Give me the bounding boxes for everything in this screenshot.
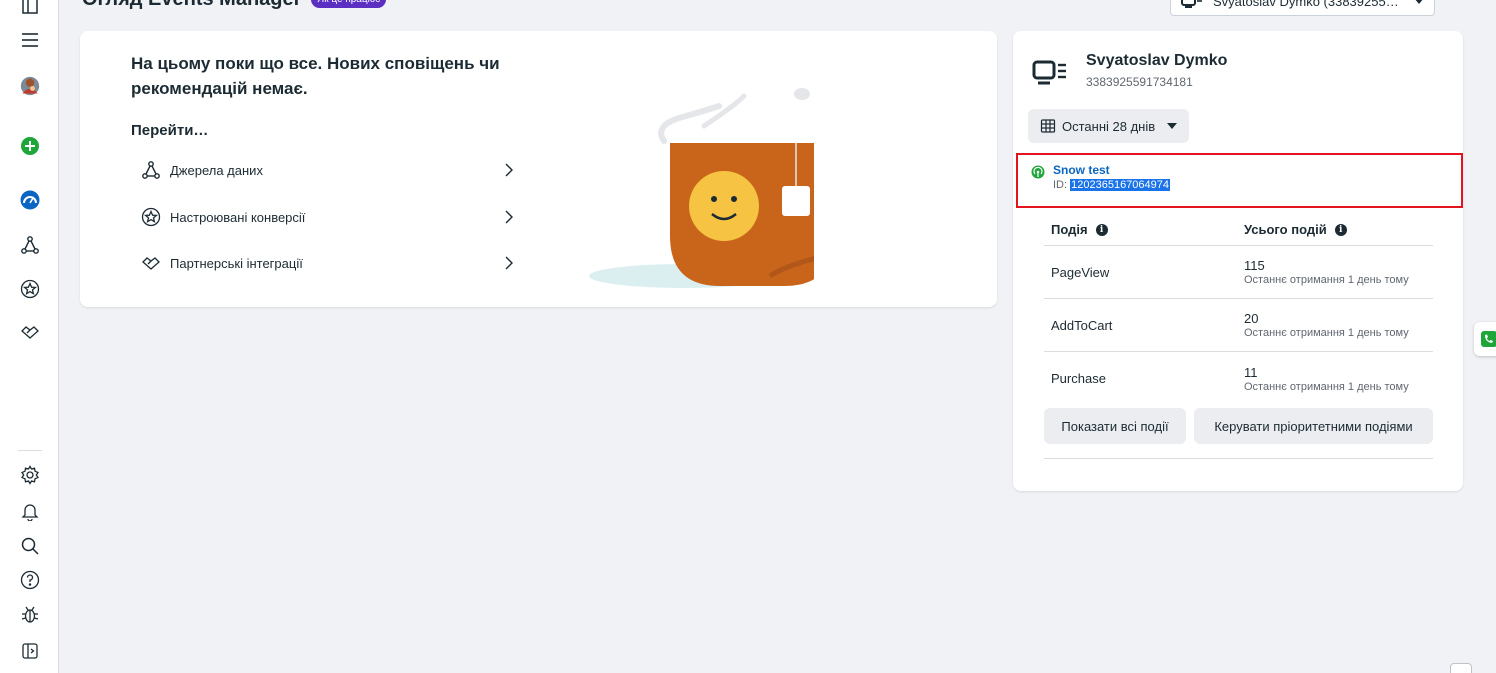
partner-integrations-icon[interactable]	[18, 320, 42, 344]
tea-mug-illustration	[589, 88, 814, 288]
dataset-id-prefix: ID:	[1053, 179, 1071, 191]
event-last-received: Останнє отримання 1 день тому	[1244, 327, 1409, 339]
dataset-name-link[interactable]: Snow test	[1053, 163, 1110, 177]
chevron-right-icon	[505, 163, 513, 177]
col-event-header: Подія	[1051, 222, 1088, 237]
menu-icon[interactable]	[18, 28, 42, 52]
custom-conversions-icon[interactable]	[18, 277, 42, 301]
divider	[1044, 458, 1433, 459]
rail-divider	[18, 450, 42, 451]
caret-down-icon	[1415, 0, 1423, 4]
caret-down-icon	[1167, 123, 1178, 129]
link-partner-integrations[interactable]: Партнерські інтеграції	[140, 248, 516, 278]
dataset-id: ID: 1202365167064974	[1053, 179, 1171, 191]
left-navigation-rail	[0, 0, 59, 673]
chevron-right-icon	[505, 256, 513, 270]
dataset-id-value[interactable]: 1202365167064974	[1070, 179, 1171, 191]
floating-support-tab[interactable]	[1474, 322, 1496, 356]
info-icon[interactable]: i	[1334, 223, 1347, 236]
partner-integrations-icon	[140, 252, 162, 274]
data-sources-icon	[140, 159, 162, 181]
link-custom-conversions[interactable]: Настроювані конверсії	[140, 202, 516, 232]
create-plus-icon[interactable]	[18, 134, 42, 158]
corner-help-button[interactable]	[1450, 663, 1472, 673]
info-icon[interactable]: i	[1095, 223, 1108, 236]
home-icon[interactable]	[18, 0, 42, 18]
goto-heading: Перейти…	[131, 122, 209, 139]
data-sources-icon[interactable]	[18, 233, 42, 257]
table-row: PageView 115 Останнє отримання 1 день том…	[1044, 246, 1433, 299]
event-count: 11	[1244, 364, 1258, 380]
overview-dashboard-icon[interactable]	[18, 188, 42, 212]
pixel-icon	[1181, 0, 1202, 8]
manage-priority-events-button[interactable]: Керувати пріоритетними подіями	[1194, 408, 1433, 444]
link-label: Настроювані конверсії	[170, 209, 306, 225]
events-table-header: Подія i Усього подій i	[1044, 214, 1433, 246]
settings-icon[interactable]	[18, 463, 42, 487]
empty-notifications-message: На цьому поки що все. Нових сповіщень чи…	[131, 54, 500, 98]
table-row: AddToCart 20 Останнє отримання 1 день том…	[1044, 299, 1433, 352]
help-icon[interactable]	[18, 568, 42, 592]
calendar-icon	[1040, 119, 1056, 133]
sidebar-toggle-icon[interactable]	[18, 639, 42, 663]
account-selector[interactable]: Svyatoslav Dymko (33839255917...	[1170, 0, 1435, 16]
link-data-sources[interactable]: Джерела даних	[140, 155, 516, 185]
date-range-label: Останні 28 днів	[1062, 118, 1156, 134]
debug-bug-icon[interactable]	[18, 603, 42, 627]
pixel-icon	[1032, 60, 1066, 85]
events-table: Подія i Усього подій i PageView 115 Останнє…	[1044, 214, 1433, 405]
event-last-received: Останнє отримання 1 день тому	[1244, 380, 1409, 393]
signal-status-icon	[1031, 165, 1045, 179]
event-count: 115	[1244, 258, 1265, 273]
how-it-works-badge[interactable]: Як це працює	[311, 0, 387, 8]
account-selector-label: Svyatoslav Dymko (33839255917...	[1213, 0, 1404, 9]
event-name: AddToCart	[1051, 317, 1113, 333]
notifications-icon[interactable]	[18, 499, 42, 523]
show-all-events-button[interactable]: Показати всі події	[1044, 408, 1186, 444]
phone-chat-icon	[1481, 331, 1496, 347]
avatar[interactable]	[18, 74, 42, 98]
link-label: Партнерські інтеграції	[170, 255, 303, 271]
chevron-right-icon	[505, 210, 513, 224]
dataset-highlight[interactable]: Snow test ID: 1202365167064974	[1016, 153, 1463, 208]
recommendations-card: На цьому поки що все. Нових сповіщень чи…	[80, 31, 997, 307]
col-total-header: Усього подій	[1244, 222, 1327, 237]
custom-conversions-icon	[140, 206, 162, 228]
pixel-name: Svyatoslav Dymko	[1086, 52, 1228, 69]
pixel-id: 3383925591734181	[1086, 75, 1193, 89]
pixel-summary-card: Svyatoslav Dymko 3383925591734181 Останн…	[1013, 31, 1463, 491]
event-last-received: Останнє отримання 1 день тому	[1244, 274, 1409, 286]
page-title: Огляд Events Manager	[82, 0, 301, 11]
event-count: 20	[1244, 311, 1259, 326]
event-name: Purchase	[1051, 371, 1106, 386]
search-icon[interactable]	[18, 534, 42, 558]
date-range-dropdown[interactable]: Останні 28 днів	[1028, 109, 1190, 143]
table-row: Purchase 11 Останнє отримання 1 день тому	[1044, 352, 1433, 405]
link-label: Джерела даних	[170, 162, 263, 178]
event-name: PageView	[1051, 264, 1110, 280]
